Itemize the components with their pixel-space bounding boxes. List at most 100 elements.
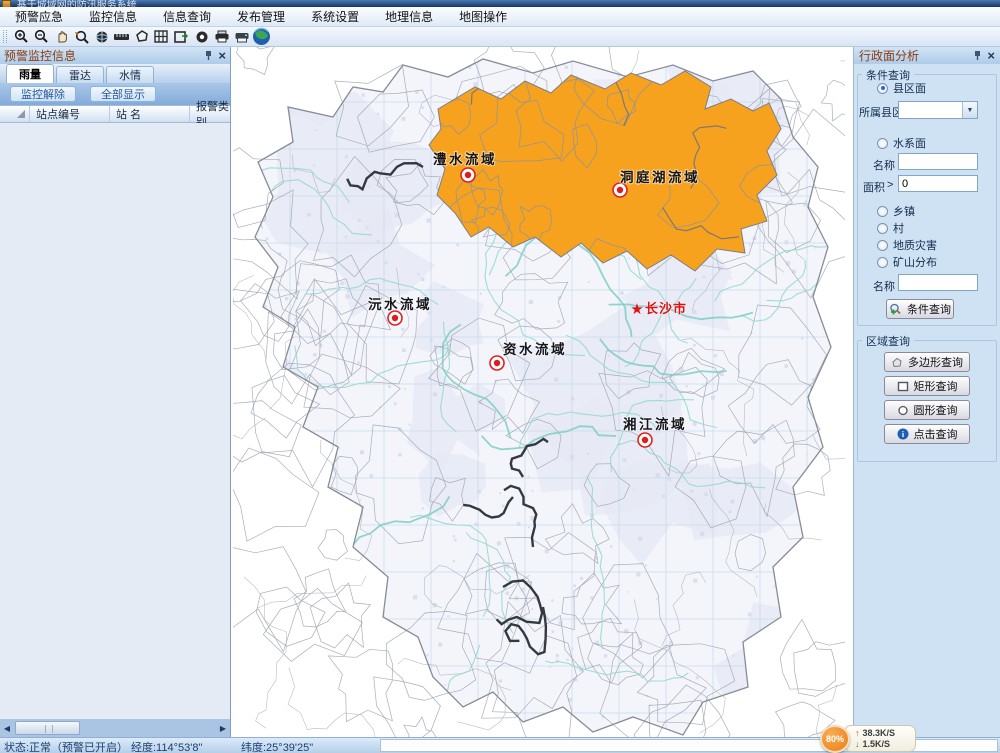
menu-item-warning-emergency[interactable]: 预警应急 <box>8 7 70 26</box>
radio-circle-icon <box>877 206 888 217</box>
toolbar-grip[interactable] <box>3 30 7 43</box>
chevron-down-icon[interactable]: ▼ <box>962 102 977 118</box>
radio-mine-label: 矿山分布 <box>893 254 937 270</box>
tab-radar[interactable]: 雷达 <box>56 66 104 83</box>
download-speed: 1.5K/S <box>863 739 891 750</box>
export-map-icon[interactable] <box>172 28 191 45</box>
pan-icon[interactable] <box>52 28 71 45</box>
condition-query-button[interactable]: 条件查询 <box>886 299 954 319</box>
rect-query-button[interactable]: 矩形查询 <box>884 376 970 396</box>
warning-monitor-panel-title: 预警监控信息 <box>4 47 76 64</box>
label-zishui-basin: 资水流域 <box>503 341 567 358</box>
polygon-query-button[interactable]: 多边形查询 <box>884 352 970 372</box>
tab-water-level[interactable]: 水情 <box>106 66 154 83</box>
radio-circle-icon <box>877 223 888 234</box>
scrollbar-thumb[interactable] <box>15 721 80 735</box>
zoom-in-icon[interactable] <box>12 28 31 45</box>
radio-village[interactable]: 村 <box>877 220 904 236</box>
radio-county-label: 县区面 <box>893 80 926 96</box>
select-polygon-icon[interactable] <box>132 28 151 45</box>
county-select[interactable]: ▼ <box>898 101 978 119</box>
radio-circle-icon <box>877 257 888 268</box>
zoom-out-icon[interactable] <box>32 28 51 45</box>
admin-analysis-title: 行政面分析 <box>859 47 919 64</box>
area-operator: > <box>887 179 893 191</box>
menu-item-map-operations[interactable]: 地图操作 <box>452 7 514 26</box>
circle-query-button[interactable]: 圆形查询 <box>884 400 970 420</box>
station-marker-yuanshui <box>388 311 402 325</box>
upload-arrow-icon: ↑ <box>855 728 860 739</box>
circle-query-label: 圆形查询 <box>914 402 958 418</box>
close-icon[interactable]: × <box>218 51 226 61</box>
station-table-body[interactable] <box>0 123 230 719</box>
radio-town-label: 乡镇 <box>893 203 915 219</box>
scroll-right-arrow[interactable]: ▶ <box>216 720 230 736</box>
app-icon <box>2 0 11 7</box>
latitude-readout: 纬度:25°39'25" <box>241 739 313 753</box>
show-all-button[interactable]: 全部显示 <box>90 86 156 102</box>
release-monitor-button[interactable]: 监控解除 <box>10 86 76 102</box>
area-field-label: 面积 <box>863 179 885 195</box>
window-title: 基于城域网的防汛服务系统 <box>17 0 137 7</box>
name-input[interactable] <box>898 153 978 170</box>
application-window: 基于城域网的防汛服务系统 预警应急 监控信息 信息查询 发布管理 系统设置 地理… <box>0 0 1000 753</box>
polygon-icon <box>891 357 903 368</box>
changsha-star-icon: ★ <box>630 301 643 318</box>
area-input[interactable] <box>898 175 978 192</box>
menu-item-monitor-info[interactable]: 监控信息 <box>82 7 144 26</box>
menu-bar: 预警应急 监控信息 信息查询 发布管理 系统设置 地理信息 地图操作 <box>0 7 1000 27</box>
pin-icon[interactable] <box>973 50 982 61</box>
upload-speed: 38.3K/S <box>863 728 896 739</box>
map-canvas[interactable]: 澧水流域 洞庭湖流域 沅水流域 资水流域 湘江流域 ★ 长沙市 <box>233 47 845 738</box>
longitude-readout: 经度:114°53'8" <box>131 739 202 753</box>
name2-field-label: 名称 <box>873 278 895 294</box>
table-horizontal-scrollbar[interactable]: ◀ ▶ <box>0 719 230 737</box>
column-station-name[interactable]: 站 名 <box>110 106 190 122</box>
name2-input[interactable] <box>898 274 978 291</box>
tab-rainfall[interactable]: 雨量 <box>6 64 54 83</box>
measure-icon[interactable] <box>112 28 131 45</box>
warning-monitor-panel-header: 预警监控信息 × <box>0 47 230 64</box>
title-bar: 基于城域网的防汛服务系统 <box>0 0 1000 7</box>
station-table-header: 站点编号 站 名 报警类别 <box>0 105 230 123</box>
print-preview-icon[interactable] <box>232 28 251 45</box>
earth-icon[interactable] <box>252 28 271 45</box>
label-changsha-city: 长沙市 <box>645 301 687 317</box>
grid-icon[interactable] <box>152 28 171 45</box>
print-icon[interactable] <box>212 28 231 45</box>
column-station-id[interactable]: 站点编号 <box>30 106 110 122</box>
radio-mine-distribution[interactable]: 矿山分布 <box>877 254 937 270</box>
admin-analysis-panel: 行政面分析 × 条件查询 县区面 所属县区 ▼ 水系面 名称 面积 > <box>853 47 1000 737</box>
click-query-button[interactable]: i 点击查询 <box>884 424 970 444</box>
radio-county-area[interactable]: 县区面 <box>877 80 926 96</box>
pin-icon[interactable] <box>204 50 213 61</box>
menu-item-geo-info[interactable]: 地理信息 <box>378 7 440 26</box>
rectangle-icon <box>897 381 909 392</box>
county-field-label: 所属县区 <box>859 104 903 120</box>
circle-icon <box>897 405 909 416</box>
click-query-label: 点击查询 <box>914 426 958 442</box>
label-dongting-basin: 洞庭湖流域 <box>620 169 700 186</box>
full-extent-icon[interactable] <box>92 28 111 45</box>
menu-item-system-settings[interactable]: 系统设置 <box>304 7 366 26</box>
radio-circle-icon <box>877 138 888 149</box>
info-icon: i <box>897 428 909 440</box>
radio-water-system[interactable]: 水系面 <box>877 135 926 151</box>
label-yuanshui-basin: 沅水流域 <box>368 296 432 313</box>
scroll-left-arrow[interactable]: ◀ <box>0 720 14 736</box>
close-icon[interactable]: × <box>987 51 995 61</box>
radio-geo-disaster[interactable]: 地质灾害 <box>877 237 937 253</box>
warning-monitor-panel: 预警监控信息 × 雨量 雷达 水情 监控解除 全部显示 站点编号 站 名 报警类… <box>0 47 231 737</box>
menu-item-info-query[interactable]: 信息查询 <box>156 7 218 26</box>
zoom-previous-icon[interactable] <box>72 28 91 45</box>
radio-water-label: 水系面 <box>893 135 926 151</box>
table-corner-cell[interactable] <box>0 106 30 122</box>
record-icon[interactable] <box>192 28 211 45</box>
network-percent-badge[interactable]: 80% <box>820 725 850 753</box>
radio-town[interactable]: 乡镇 <box>877 203 915 219</box>
polygon-query-label: 多边形查询 <box>908 354 963 370</box>
menu-item-publish-manage[interactable]: 发布管理 <box>230 7 292 26</box>
station-marker-lishui <box>461 168 475 182</box>
column-alarm-type[interactable]: 报警类别 <box>190 106 230 122</box>
label-lishui-basin: 澧水流域 <box>433 151 497 168</box>
